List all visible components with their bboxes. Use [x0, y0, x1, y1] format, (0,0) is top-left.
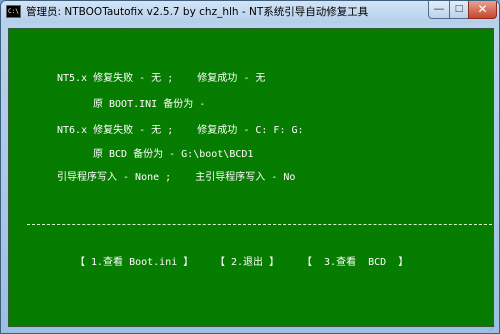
bootloader-write-line: 引导程序写入 - None ; 主引导程序写入 - No	[57, 172, 296, 183]
nt5-status-line: NT5.x 修复失败 - 无 ; 修复成功 - 无	[57, 73, 266, 84]
separator-line	[27, 224, 492, 225]
window-title: 管理员: NTBOOTautofix v2.5.7 by chz_hlh - N…	[26, 6, 369, 18]
view-bcd-option[interactable]: 【 3.查看 BCD 】	[302, 257, 408, 269]
exit-option[interactable]: 【 2.退出 】	[215, 257, 279, 269]
close-button[interactable]: ✕	[468, 1, 497, 19]
app-window: C:\ 管理员: NTBOOTautofix v2.5.7 by chz_hlh…	[0, 0, 500, 334]
resize-grip-icon[interactable]: ⋰	[489, 326, 497, 332]
minimize-button[interactable]: —	[428, 1, 450, 19]
nt5-backup-line: 原 BOOT.INI 备份为 -	[93, 99, 206, 110]
nt6-status-line: NT6.x 修复失败 - 无 ; 修复成功 - C: F: G:	[57, 125, 304, 136]
maximize-button[interactable]: □	[449, 1, 469, 19]
console-area[interactable]: NT5.x 修复失败 - 无 ; 修复成功 - 无 原 BOOT.INI 备份为…	[8, 28, 494, 327]
title-bar[interactable]: C:\ 管理员: NTBOOTautofix v2.5.7 by chz_hlh…	[1, 1, 499, 23]
view-bootini-option[interactable]: 【 1.查看 Boot.ini 】	[75, 257, 193, 269]
nt6-backup-line: 原 BCD 备份为 - G:\boot\BCD1	[93, 149, 254, 160]
console-app-icon[interactable]: C:\	[6, 5, 21, 18]
